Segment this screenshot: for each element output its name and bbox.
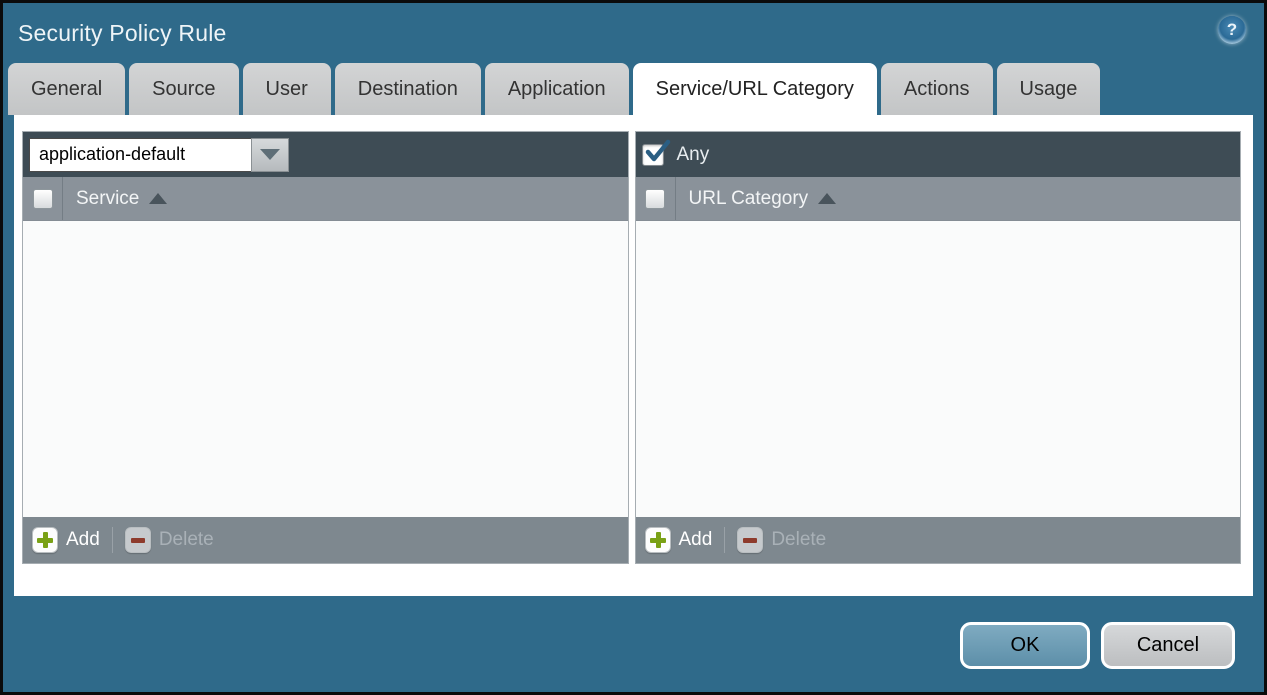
service-panel-toolbar xyxy=(23,132,628,177)
toolbar-divider xyxy=(112,527,113,553)
service-type-dropdown xyxy=(29,138,289,172)
service-add-label: Add xyxy=(66,529,100,551)
url-category-select-all-checkbox[interactable] xyxy=(645,189,665,209)
any-label: Any xyxy=(677,144,710,166)
screen: Security Policy Rule ? General Source Us… xyxy=(0,0,1267,695)
cancel-button[interactable]: Cancel xyxy=(1101,622,1235,669)
tab-general[interactable]: General xyxy=(8,63,125,115)
service-type-dropdown-button[interactable] xyxy=(251,138,289,172)
service-table-header: Service xyxy=(23,177,628,221)
service-panel: Service Add Delete xyxy=(22,131,629,564)
url-category-add-button[interactable]: Add xyxy=(645,527,713,553)
toolbar-divider xyxy=(724,527,725,553)
url-category-panel: Any URL Category Add xyxy=(635,131,1242,564)
service-select-all-checkbox[interactable] xyxy=(33,189,53,209)
service-delete-button[interactable]: Delete xyxy=(125,527,214,553)
url-category-add-label: Add xyxy=(679,529,713,551)
url-category-table-header: URL Category xyxy=(636,177,1241,221)
tab-destination[interactable]: Destination xyxy=(335,63,481,115)
service-panel-footer: Add Delete xyxy=(23,517,628,563)
service-add-button[interactable]: Add xyxy=(32,527,100,553)
plus-icon xyxy=(645,527,671,553)
plus-icon xyxy=(32,527,58,553)
tab-bar: General Source User Destination Applicat… xyxy=(3,63,1264,115)
tab-actions[interactable]: Actions xyxy=(881,63,993,115)
url-category-select-all-cell xyxy=(636,177,676,220)
sort-ascending-icon[interactable] xyxy=(818,193,836,204)
dialog-footer: OK Cancel xyxy=(3,596,1264,692)
url-category-column-label: URL Category xyxy=(689,188,809,210)
sort-ascending-icon[interactable] xyxy=(149,193,167,204)
service-select-all-cell xyxy=(23,177,63,220)
url-category-delete-button[interactable]: Delete xyxy=(737,527,826,553)
service-type-dropdown-value[interactable] xyxy=(29,138,251,172)
tab-usage[interactable]: Usage xyxy=(997,63,1101,115)
tab-application[interactable]: Application xyxy=(485,63,629,115)
ok-button[interactable]: OK xyxy=(960,622,1090,669)
service-table-body[interactable] xyxy=(23,221,628,517)
tab-source[interactable]: Source xyxy=(129,63,238,115)
tab-user[interactable]: User xyxy=(243,63,331,115)
service-column-label: Service xyxy=(76,188,139,210)
minus-icon xyxy=(737,527,763,553)
dialog-title: Security Policy Rule xyxy=(18,20,227,47)
url-category-table-body[interactable] xyxy=(636,221,1241,517)
minus-icon xyxy=(125,527,151,553)
url-category-panel-toolbar: Any xyxy=(636,132,1241,177)
dialog-titlebar: Security Policy Rule ? xyxy=(3,3,1264,63)
url-category-panel-footer: Add Delete xyxy=(636,517,1241,563)
checkmark-icon xyxy=(644,138,670,164)
tab-content-service-url-category: Service Add Delete xyxy=(14,115,1253,596)
security-policy-rule-dialog: Security Policy Rule ? General Source Us… xyxy=(3,3,1264,692)
any-checkbox[interactable] xyxy=(642,144,664,166)
help-icon[interactable]: ? xyxy=(1218,16,1246,44)
tab-service-url-category[interactable]: Service/URL Category xyxy=(633,63,877,115)
url-category-delete-label: Delete xyxy=(771,529,826,551)
chevron-down-icon xyxy=(260,149,280,160)
service-delete-label: Delete xyxy=(159,529,214,551)
